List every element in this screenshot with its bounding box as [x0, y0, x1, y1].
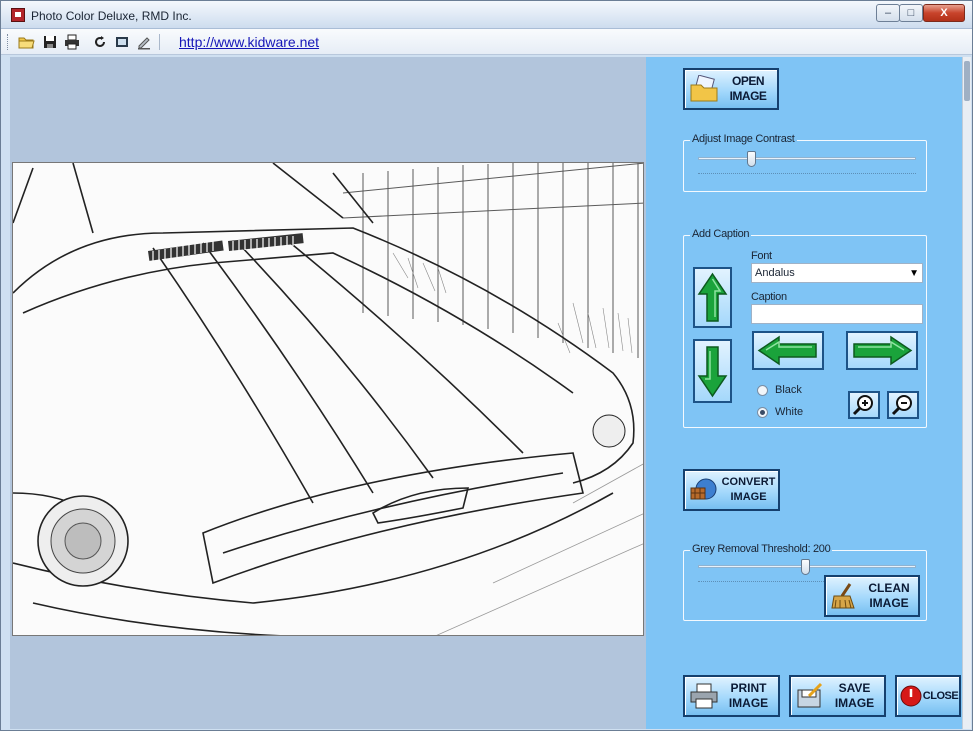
- contrast-legend: Adjust Image Contrast: [690, 133, 797, 145]
- open-image-button[interactable]: Open Image: [683, 68, 779, 110]
- clean-image-button[interactable]: Clean Image: [824, 575, 920, 617]
- edit-icon[interactable]: [135, 33, 153, 51]
- contrast-group: Adjust Image Contrast: [683, 133, 927, 192]
- caption-label: Caption: [751, 291, 787, 303]
- close-label: Close: [922, 689, 959, 702]
- threshold-slider-thumb[interactable]: [801, 559, 810, 575]
- title-bar: Photo Color Deluxe, RMD Inc. – □ X: [1, 1, 972, 29]
- arrow-up-icon: [697, 272, 728, 322]
- threshold-slider-ticks: [698, 581, 828, 582]
- open-folder-icon[interactable]: [17, 33, 35, 51]
- font-select[interactable]: Andalus ▼: [751, 263, 923, 283]
- zoom-in-button[interactable]: [848, 391, 880, 419]
- minimize-button[interactable]: –: [876, 4, 900, 22]
- color-white-label: White: [775, 406, 804, 418]
- font-select-value: Andalus: [755, 267, 795, 279]
- website-link[interactable]: http://www.kidware.net: [179, 34, 319, 50]
- vertical-scrollbar[interactable]: [962, 57, 971, 729]
- zoom-out-icon: [891, 395, 912, 416]
- color-white-radio[interactable]: White: [757, 406, 803, 418]
- contrast-slider-thumb[interactable]: [747, 151, 756, 167]
- controls-panel: Open Image Adjust Image Contrast Add Cap…: [646, 57, 962, 729]
- threshold-group: Grey Removal Threshold: 200 Clean Image: [683, 543, 927, 621]
- scrollbar-thumb[interactable]: [964, 61, 970, 101]
- contrast-slider-ticks: [698, 173, 916, 174]
- move-right-button[interactable]: [846, 331, 918, 370]
- power-icon: [900, 682, 922, 710]
- printer-icon: [689, 682, 719, 710]
- contrast-slider-track: [698, 157, 916, 160]
- app-window: Photo Color Deluxe, RMD Inc. – □ X http:…: [0, 0, 973, 731]
- move-down-button[interactable]: [693, 339, 732, 403]
- print-image-label: Print Image: [728, 681, 769, 710]
- clean-image-label: Clean Image: [868, 581, 910, 610]
- window-title: Photo Color Deluxe, RMD Inc.: [31, 9, 192, 23]
- radio-black-indicator: [757, 384, 768, 396]
- threshold-legend: Grey Removal Threshold: 200: [690, 543, 833, 555]
- close-app-button[interactable]: Close: [895, 675, 961, 717]
- print-icon[interactable]: [63, 33, 81, 51]
- save-image-label: Save Image: [834, 681, 875, 710]
- save-image-button[interactable]: Save Image: [789, 675, 886, 717]
- frame-icon[interactable]: [113, 33, 131, 51]
- convert-image-label: Convert Image: [721, 476, 776, 503]
- open-image-label: Open Image: [729, 74, 767, 103]
- arrow-left-icon: [757, 335, 817, 366]
- arrow-right-icon: [853, 335, 913, 366]
- chevron-down-icon: ▼: [909, 268, 919, 279]
- open-folder-icon: [689, 74, 719, 103]
- broom-icon: [830, 582, 860, 610]
- refresh-icon[interactable]: [91, 33, 109, 51]
- toolbar: http://www.kidware.net: [1, 29, 972, 55]
- save-disk-icon: [795, 682, 825, 710]
- convert-image-button[interactable]: Convert Image: [683, 469, 780, 511]
- toolbar-grip: [7, 34, 10, 50]
- font-label: Font: [751, 250, 772, 262]
- toolbar-separator: [159, 34, 160, 50]
- caption-legend: Add Caption: [690, 228, 752, 240]
- color-black-radio[interactable]: Black: [757, 384, 802, 396]
- move-up-button[interactable]: [693, 267, 732, 328]
- radio-white-indicator: [757, 406, 768, 418]
- convert-icon: [689, 476, 719, 504]
- car-sketch-image: [12, 162, 644, 636]
- caption-input[interactable]: [751, 304, 923, 324]
- close-window-button[interactable]: X: [923, 4, 965, 22]
- color-black-label: Black: [775, 384, 802, 396]
- print-image-button[interactable]: Print Image: [683, 675, 780, 717]
- move-left-button[interactable]: [752, 331, 824, 370]
- app-icon: [11, 8, 25, 22]
- arrow-down-icon: [697, 346, 728, 398]
- zoom-out-button[interactable]: [887, 391, 919, 419]
- maximize-button[interactable]: □: [899, 4, 923, 22]
- caption-group: Add Caption Font Andalus ▼ Caption Black…: [683, 228, 927, 428]
- save-icon[interactable]: [41, 33, 59, 51]
- zoom-in-icon: [852, 395, 873, 416]
